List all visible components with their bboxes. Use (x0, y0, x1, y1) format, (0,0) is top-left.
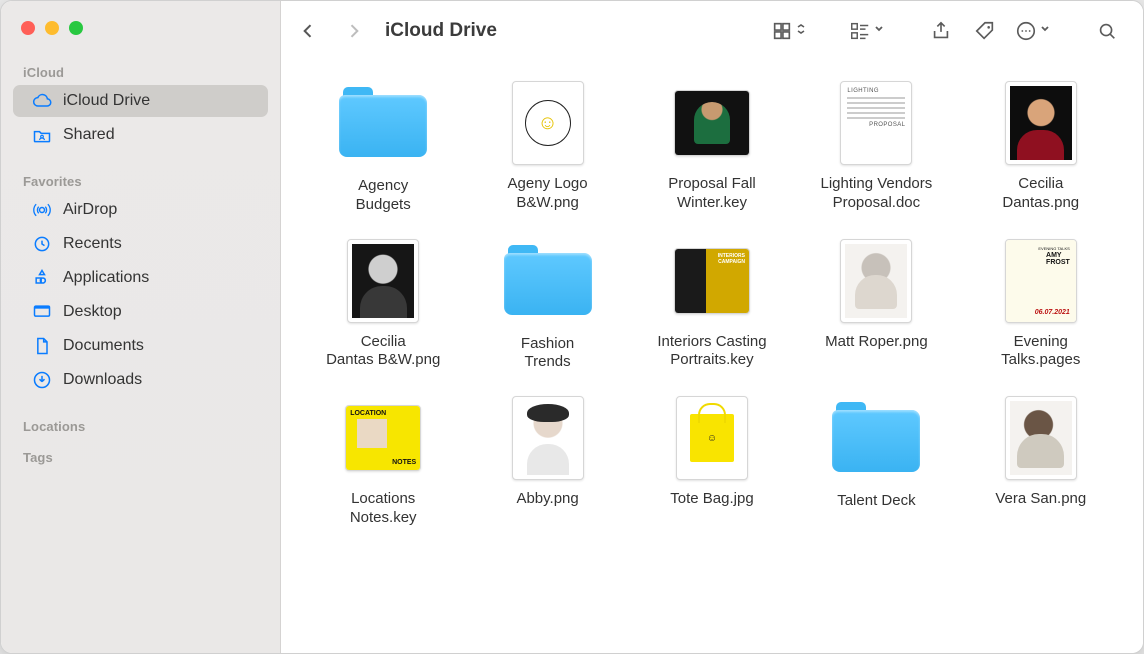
minimize-window-button[interactable] (45, 21, 59, 35)
file-item[interactable]: Proposal Fall Winter.key (634, 79, 790, 215)
file-item[interactable]: Cecilia Dantas.png (963, 79, 1119, 215)
sidebar-label: iCloud Drive (63, 92, 150, 110)
file-thumbnail (1003, 394, 1079, 482)
sidebar-label: AirDrop (63, 201, 117, 219)
file-item[interactable]: EVENING TALKSAMYFROST06.07.2021 Evening T… (963, 237, 1119, 373)
updown-icon (795, 22, 807, 40)
file-item[interactable]: Cecilia Dantas B&W.png (305, 237, 461, 373)
sidebar-label: Applications (63, 269, 149, 287)
file-label: Lighting Vendors Proposal.doc (821, 175, 933, 213)
file-thumbnail (1003, 79, 1079, 167)
file-thumbnail: EVENING TALKSAMYFROST06.07.2021 (1003, 237, 1079, 325)
clock-icon (31, 233, 53, 255)
sidebar-section-favorites: Favorites (1, 168, 280, 193)
file-label: Tote Bag.jpg (670, 490, 753, 509)
file-item[interactable]: LIGHTINGPROPOSAL Lighting Vendors Proposa… (798, 79, 954, 215)
file-label: Fashion Trends (521, 335, 574, 373)
cloud-icon (31, 90, 53, 112)
file-label: Talent Deck (837, 492, 915, 511)
finder-window: iCloud iCloud Drive Shared Favorites Air… (0, 0, 1144, 654)
sidebar-item-applications[interactable]: Applications (13, 262, 268, 294)
file-label: Interiors Casting Portraits.key (657, 333, 766, 371)
more-actions-button[interactable] (1009, 11, 1057, 51)
sidebar-item-documents[interactable]: Documents (13, 330, 268, 362)
download-icon (31, 369, 53, 391)
document-icon (31, 335, 53, 357)
file-label: Abby.png (516, 490, 578, 509)
folder-icon (831, 394, 921, 484)
chevron-down-icon (1039, 22, 1051, 40)
file-item[interactable]: LOCATIONNOTES Locations Notes.key (305, 394, 461, 528)
file-label: Agency Budgets (356, 177, 411, 215)
sidebar-item-airdrop[interactable]: AirDrop (13, 194, 268, 226)
file-thumbnail (510, 79, 586, 167)
file-item[interactable]: Talent Deck (798, 394, 954, 528)
file-label: Vera San.png (995, 490, 1086, 509)
main-area: iCloud Drive (281, 1, 1143, 653)
file-item[interactable]: Agency Budgets (305, 79, 461, 215)
search-button[interactable] (1087, 11, 1127, 51)
sidebar-section-locations: Locations (1, 413, 280, 438)
tags-button[interactable] (965, 11, 1005, 51)
file-label: Matt Roper.png (825, 333, 928, 352)
file-thumbnail (838, 237, 914, 325)
sidebar-label: Desktop (63, 303, 122, 321)
sidebar-label: Documents (63, 337, 144, 355)
file-item[interactable]: ☺ Tote Bag.jpg (634, 394, 790, 528)
file-label: Cecilia Dantas B&W.png (326, 333, 440, 371)
share-button[interactable] (921, 11, 961, 51)
chevron-down-icon (873, 22, 885, 40)
sidebar-item-icloud-drive[interactable]: iCloud Drive (13, 85, 268, 117)
file-label: Ageny Logo B&W.png (508, 175, 588, 213)
toolbar: iCloud Drive (281, 1, 1143, 61)
file-thumbnail: INTERIORSCAMPAIGN (674, 237, 750, 325)
applications-icon (31, 267, 53, 289)
sidebar-label: Recents (63, 235, 122, 253)
file-thumbnail: ☺ (674, 394, 750, 482)
file-item[interactable]: Matt Roper.png (798, 237, 954, 373)
sidebar-section-tags: Tags (1, 444, 280, 469)
window-controls (1, 19, 280, 59)
file-grid: Agency Budgets Ageny Logo B&W.png Proposal… (281, 61, 1143, 653)
file-item[interactable]: INTERIORSCAMPAIGN Interiors Casting Portr… (634, 237, 790, 373)
shared-folder-icon (31, 124, 53, 146)
file-label: Locations Notes.key (350, 490, 417, 528)
view-icons-button[interactable] (765, 11, 813, 51)
file-item[interactable]: Vera San.png (963, 394, 1119, 528)
sidebar-item-recents[interactable]: Recents (13, 228, 268, 260)
window-title: iCloud Drive (385, 20, 497, 42)
file-thumbnail (345, 237, 421, 325)
sidebar: iCloud iCloud Drive Shared Favorites Air… (1, 1, 281, 653)
fullscreen-window-button[interactable] (69, 21, 83, 35)
file-item[interactable]: Abby.png (469, 394, 625, 528)
nav-forward-button[interactable] (333, 11, 375, 51)
file-thumbnail: LIGHTINGPROPOSAL (838, 79, 914, 167)
folder-icon (503, 237, 593, 327)
file-item[interactable]: Fashion Trends (469, 237, 625, 373)
file-thumbnail (674, 79, 750, 167)
group-by-button[interactable] (843, 11, 891, 51)
folder-icon (338, 79, 428, 169)
sidebar-label: Shared (63, 126, 115, 144)
file-label: Evening Talks.pages (1001, 333, 1080, 371)
file-label: Cecilia Dantas.png (1002, 175, 1079, 213)
desktop-icon (31, 301, 53, 323)
sidebar-section-icloud: iCloud (1, 59, 280, 84)
file-label: Proposal Fall Winter.key (668, 175, 756, 213)
file-thumbnail (510, 394, 586, 482)
sidebar-item-downloads[interactable]: Downloads (13, 364, 268, 396)
file-item[interactable]: Ageny Logo B&W.png (469, 79, 625, 215)
airdrop-icon (31, 199, 53, 221)
file-thumbnail: LOCATIONNOTES (345, 394, 421, 482)
close-window-button[interactable] (21, 21, 35, 35)
nav-back-button[interactable] (287, 11, 329, 51)
sidebar-label: Downloads (63, 371, 142, 389)
sidebar-item-desktop[interactable]: Desktop (13, 296, 268, 328)
sidebar-item-shared[interactable]: Shared (13, 119, 268, 151)
